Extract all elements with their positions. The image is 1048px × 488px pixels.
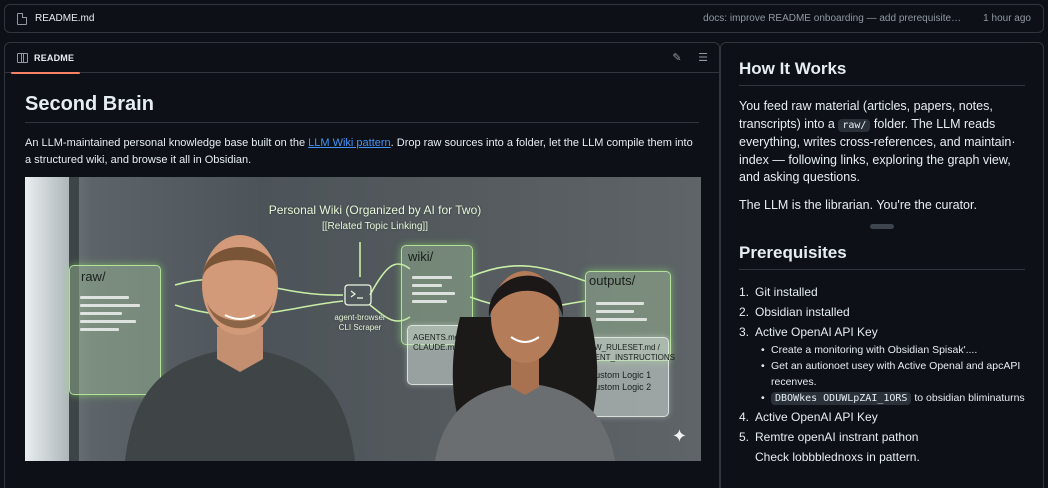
- book-icon: [17, 53, 28, 63]
- readme-illustration: raw/ wiki/ AGENTS.md / CLAUDE.md outputs/…: [25, 177, 701, 461]
- sub-code: DBOWkes ODUWLpZAI_1ORS: [771, 392, 912, 405]
- raw-folder-code: raw/: [838, 118, 871, 132]
- readme-intro: An LLM-maintained personal knowledge bas…: [25, 137, 693, 166]
- tab-readme-label: README: [34, 52, 75, 63]
- sub-list-item: Create a monitoring with Obsidian Spisak…: [761, 342, 1025, 358]
- list-item: 5. Remtre openAI instrant pathon Check lob…: [739, 430, 920, 464]
- list-item: 1. Git installed: [739, 285, 818, 299]
- sparkle-icon: ✦: [671, 426, 687, 446]
- how-it-works-paragraph: You feed raw material (articles, papers,…: [739, 99, 1016, 184]
- side-panel: How It Works You feed raw material (arti…: [720, 42, 1044, 488]
- llm-wiki-pattern-link[interactable]: LLM Wiki pattern: [308, 137, 391, 149]
- latest-commit-message[interactable]: docs: improve README onboarding — add pr…: [703, 13, 963, 24]
- file-header-bar: README.md docs: improve README onboardin…: [4, 4, 1044, 33]
- tab-readme[interactable]: README: [10, 43, 81, 74]
- readme-panel: README ✎ ☰ Second Brain An LLM-maintaine…: [4, 42, 720, 488]
- librarian-paragraph: The LLM is the librarian. You're the cur…: [739, 197, 977, 212]
- list-item: 4. Active OpenAI API Key: [739, 410, 878, 424]
- section-divider-handle: [870, 224, 894, 229]
- prerequisites-heading: Prerequisites: [739, 243, 1025, 270]
- readme-header: README ✎ ☰: [5, 43, 719, 74]
- sub-list: Create a monitoring with Obsidian Spisak…: [739, 342, 1025, 407]
- file-icon: [17, 12, 27, 25]
- raw-folder-label: raw/: [81, 269, 106, 284]
- list-item: 2. Obsidian installed: [739, 305, 850, 319]
- edit-pencil-icon[interactable]: ✎: [671, 52, 683, 64]
- prerequisites-list: 1. Git installed 2. Obsidian installed 3. A…: [739, 282, 1025, 467]
- outline-list-icon[interactable]: ☰: [697, 52, 709, 64]
- commit-time: 1 hour ago: [983, 13, 1031, 24]
- man-figure: [125, 235, 355, 461]
- list-item: 3.Active OpenAI API Key Create a monitor…: [739, 322, 1025, 407]
- how-it-works-heading: How It Works: [739, 59, 1025, 86]
- sub-list-item: Get an autionoet usey with Active Openal…: [761, 358, 1025, 390]
- sub-list-item: DBOWkes ODUWLpZAI_1ORS to obsidian blimi…: [761, 390, 1025, 407]
- readme-title: Second Brain: [25, 93, 699, 123]
- file-name[interactable]: README.md: [35, 13, 94, 24]
- woman-figure: [435, 271, 615, 461]
